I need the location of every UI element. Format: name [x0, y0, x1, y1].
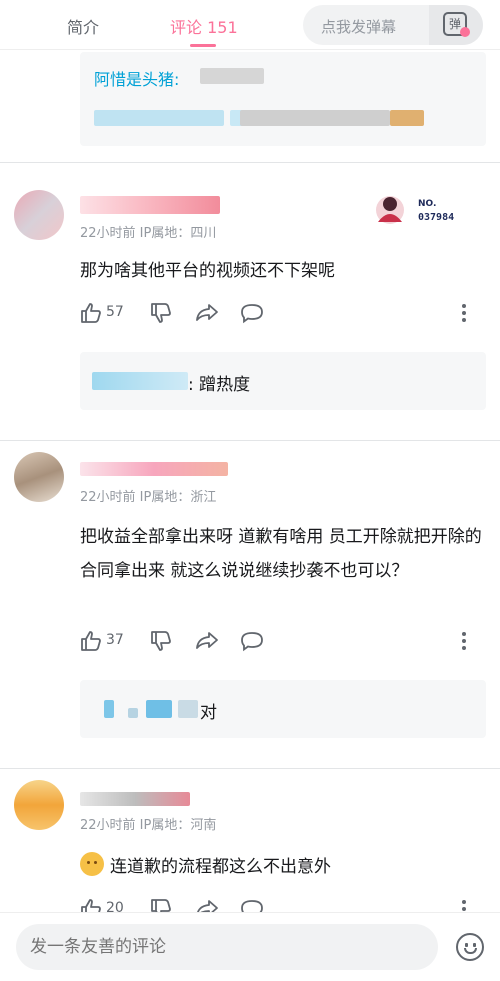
danmaku-placeholder: 点我发弹幕 — [321, 18, 397, 36]
blurred-text — [94, 110, 224, 126]
comment-icon — [241, 304, 263, 324]
reply-button[interactable] — [240, 302, 264, 324]
comment-text: 连道歉的流程都这么不出意外 — [80, 850, 488, 884]
avatar[interactable] — [14, 452, 64, 502]
thumbs-up-icon — [81, 631, 101, 651]
thumbs-down-icon — [151, 631, 171, 651]
blurred-username — [128, 708, 138, 718]
divider — [0, 162, 500, 163]
like-count: 37 — [106, 632, 124, 648]
danmaku-toggle-button[interactable]: 弹 — [429, 5, 483, 45]
reply-preview-box[interactable]: 对 — [80, 680, 486, 738]
reply-preview-box[interactable]: : 蹭热度 — [80, 352, 486, 410]
comment-meta: 22小时前 IP属地：四川 — [80, 226, 217, 241]
blurred-text — [240, 110, 390, 126]
blurred-username — [178, 700, 198, 718]
like-button[interactable]: 57 — [80, 302, 124, 324]
tab-intro[interactable]: 简介 — [67, 14, 99, 38]
danmaku-on-indicator — [460, 27, 470, 37]
comment-meta: 22小时前 IP属地：浙江 — [80, 490, 217, 505]
comment-input[interactable] — [16, 924, 438, 970]
like-button[interactable]: 37 — [80, 630, 124, 652]
share-button[interactable] — [195, 302, 219, 324]
more-options-icon[interactable] — [462, 630, 468, 653]
thumbs-up-icon — [81, 303, 101, 323]
fan-badge-icon: NO. 037984 — [376, 196, 454, 224]
share-icon — [196, 632, 218, 649]
blurred-username — [104, 700, 114, 718]
top-tab-bar: 简介 评论 151 点我发弹幕 弹 — [0, 0, 500, 50]
blurred-text — [390, 110, 424, 126]
reply-preview-box[interactable]: 阿惜是头猪: — [80, 52, 486, 146]
share-icon — [196, 304, 218, 321]
comment-text-content: 连道歉的流程都这么不出意外 — [110, 857, 331, 877]
divider — [0, 768, 500, 769]
blurred-username[interactable] — [80, 462, 228, 476]
blurred-text — [200, 68, 264, 84]
blurred-username — [92, 372, 188, 390]
reply-username[interactable]: 阿惜是头猪: — [94, 66, 179, 90]
more-options-icon[interactable] — [462, 302, 468, 325]
svg-text:037984: 037984 — [418, 212, 454, 223]
comment-meta: 22小时前 IP属地：河南 — [80, 818, 217, 833]
comment-text: 把收益全部拿出来呀 道歉有啥用 员工开除就把开除的合同拿出来 就这么说说继续抄袭… — [80, 527, 482, 581]
share-button[interactable] — [195, 630, 219, 652]
comment-actions: 37 — [80, 630, 486, 652]
comment-text: 那为啥其他平台的视频还不下架呢 — [80, 261, 335, 281]
active-tab-indicator — [190, 44, 216, 47]
blurred-username[interactable] — [80, 792, 190, 806]
emoji-icon[interactable] — [456, 933, 484, 961]
blurred-username[interactable] — [80, 196, 220, 214]
divider — [0, 440, 500, 441]
comment-icon — [241, 632, 263, 652]
thumbs-down-icon — [151, 303, 171, 323]
cat-emoji-icon — [80, 852, 104, 876]
blurred-username — [146, 700, 172, 718]
svg-text:NO.: NO. — [418, 199, 436, 209]
comment-actions: 57 — [80, 302, 486, 324]
comment-input-bar — [0, 912, 500, 981]
reply-text: 对 — [200, 703, 217, 723]
dislike-button[interactable] — [150, 302, 172, 324]
reply-button[interactable] — [240, 630, 264, 652]
like-count: 57 — [106, 304, 124, 320]
reply-text: : 蹭热度 — [188, 375, 251, 395]
avatar[interactable] — [14, 780, 64, 830]
avatar[interactable] — [14, 190, 64, 240]
tab-comments[interactable]: 评论 151 — [170, 14, 238, 38]
danmaku-input[interactable]: 点我发弹幕 弹 — [303, 5, 483, 45]
dislike-button[interactable] — [150, 630, 172, 652]
